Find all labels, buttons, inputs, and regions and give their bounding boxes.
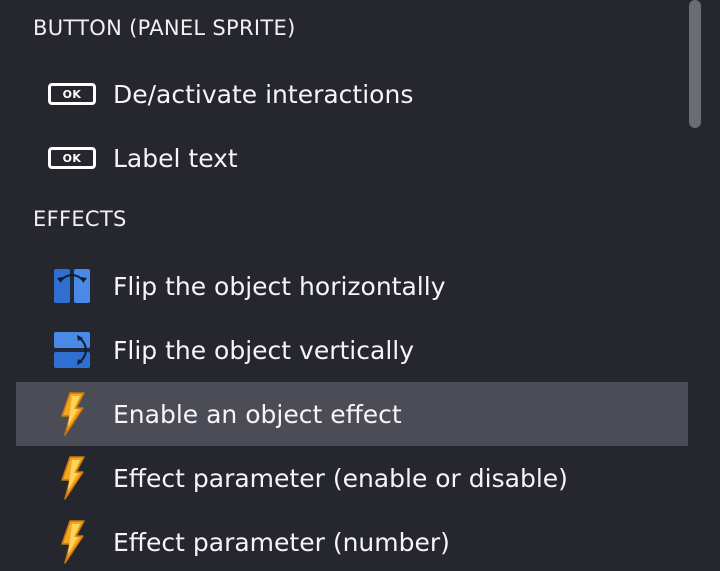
- list-item-label-text[interactable]: OK Label text: [16, 126, 688, 190]
- list-item-enable-object-effect[interactable]: Enable an object effect: [16, 382, 688, 446]
- list-item-label: Flip the object vertically: [113, 335, 415, 365]
- list-item-label: Label text: [113, 143, 238, 173]
- lightning-bolt-icon: [48, 456, 96, 500]
- flip-vertical-icon: [48, 331, 96, 369]
- list-item-label: De/activate interactions: [113, 79, 414, 109]
- section-header-effects: EFFECTS: [33, 207, 127, 231]
- list-item-deactivate-interactions[interactable]: OK De/activate interactions: [16, 62, 688, 126]
- list-item-effect-parameter-boolean[interactable]: Effect parameter (enable or disable): [16, 446, 688, 510]
- flip-horizontal-icon: [48, 267, 96, 305]
- ok-button-icon: OK: [48, 75, 96, 113]
- section-header-button: BUTTON (PANEL SPRITE): [33, 16, 296, 40]
- scrollbar-thumb[interactable]: [689, 0, 701, 128]
- list-item-effect-parameter-number[interactable]: Effect parameter (number): [16, 510, 688, 571]
- list-item-label: Flip the object horizontally: [113, 271, 446, 301]
- list-item-label: Enable an object effect: [113, 399, 402, 429]
- list-item-flip-horizontal[interactable]: Flip the object horizontally: [16, 254, 688, 318]
- list-item-flip-vertical[interactable]: Flip the object vertically: [16, 318, 688, 382]
- list-item-label: Effect parameter (enable or disable): [113, 463, 568, 493]
- lightning-bolt-icon: [48, 392, 96, 436]
- action-list: BUTTON (PANEL SPRITE) OK De/activate int…: [0, 0, 688, 571]
- list-item-label: Effect parameter (number): [113, 527, 450, 557]
- lightning-bolt-icon: [48, 520, 96, 564]
- ok-button-icon: OK: [48, 139, 96, 177]
- ok-badge-text: OK: [48, 147, 96, 169]
- ok-badge-text: OK: [48, 83, 96, 105]
